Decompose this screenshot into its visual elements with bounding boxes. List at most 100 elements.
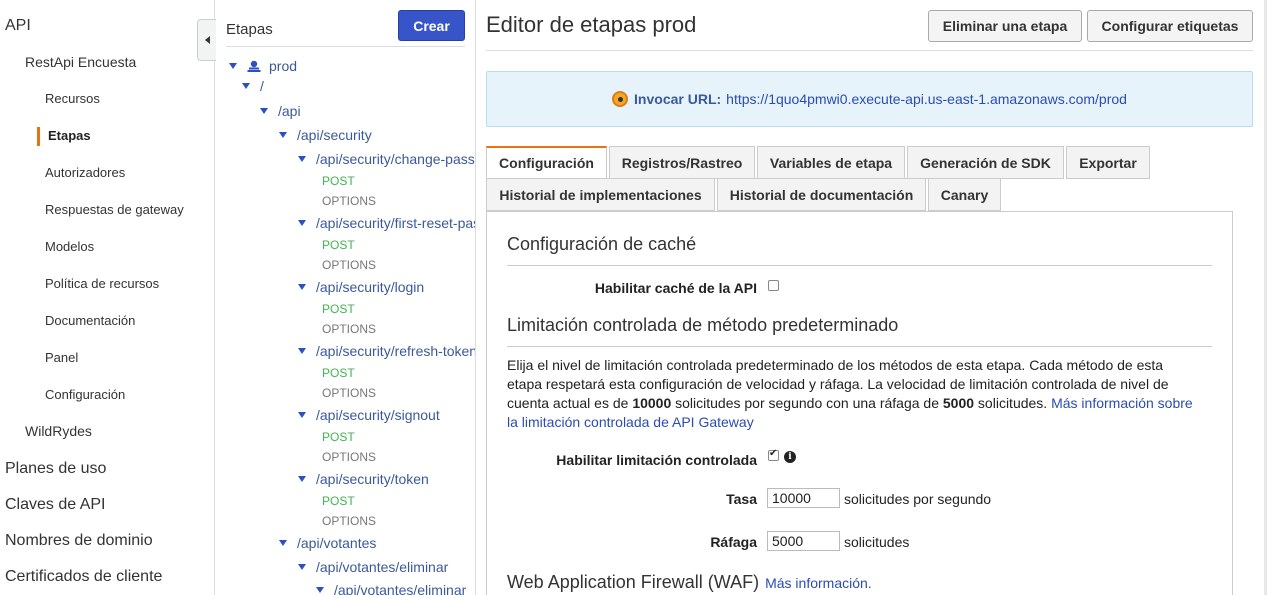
burst-input[interactable]: [767, 531, 840, 551]
tab-canary[interactable]: Canary: [928, 178, 1001, 211]
tab-historial-documentacion[interactable]: Historial de documentación: [717, 178, 926, 211]
tree-resource-first-reset-password[interactable]: /api/security/first-reset-password: [298, 215, 475, 231]
triangle-down-icon: [298, 156, 306, 162]
stage-icon: [247, 60, 261, 72]
throttling-description: Elija el nivel de limitación controlada …: [507, 356, 1197, 432]
tree-method-post[interactable]: POST: [322, 366, 355, 380]
tab-variables-etapa[interactable]: Variables de etapa: [757, 146, 905, 179]
stages-title: Etapas: [226, 21, 273, 38]
nav-item-recursos[interactable]: Recursos: [45, 91, 100, 106]
divider: [507, 346, 1212, 347]
tree-method-post[interactable]: POST: [322, 174, 355, 188]
enable-cache-checkbox[interactable]: [768, 280, 779, 291]
delete-stage-button[interactable]: Eliminar una etapa: [928, 10, 1082, 42]
resource-path: /api/security/signout: [316, 407, 440, 423]
rate-label: Tasa: [726, 491, 757, 507]
resource-path: /api/votantes/eliminar: [334, 582, 467, 595]
tree-method-post[interactable]: POST: [322, 494, 355, 508]
tab-configuracion[interactable]: Configuración: [486, 146, 607, 179]
collapse-sidebar-button[interactable]: [197, 19, 216, 61]
tab-exportar[interactable]: Exportar: [1066, 146, 1150, 179]
tab-registros-rastreo[interactable]: Registros/Rastreo: [609, 146, 755, 179]
nav-item-etapas[interactable]: Etapas: [48, 128, 91, 143]
caret-left-icon: [204, 36, 210, 44]
triangle-down-icon: [279, 540, 287, 546]
resource-path: /api/security/token: [316, 471, 429, 487]
resource-path: /: [260, 78, 264, 94]
enable-cache-label: Habilitar caché de la API: [594, 280, 757, 296]
info-icon[interactable]: i: [784, 451, 796, 463]
nav-claves-de-api[interactable]: Claves de API: [5, 496, 106, 514]
tree-method-post[interactable]: POST: [322, 430, 355, 444]
tree-method-options[interactable]: OPTIONS: [322, 386, 376, 400]
nav-item-documentacion[interactable]: Documentación: [45, 313, 135, 328]
triangle-down-icon: [298, 476, 306, 482]
invoke-url-link[interactable]: https://1quo4pmwi0.execute-api.us-east-1…: [726, 91, 1127, 107]
nav-item-respuestas-gateway[interactable]: Respuestas de gateway: [45, 202, 184, 217]
triangle-down-icon: [298, 412, 306, 418]
resource-path: /api: [278, 103, 301, 119]
description-text: solicitudes.: [974, 395, 1052, 411]
page-title: Editor de etapas prod: [486, 12, 697, 37]
tree-method-options[interactable]: OPTIONS: [322, 322, 376, 336]
tree-resource-votantes-eliminar-sub[interactable]: /api/votantes/eliminar: [316, 582, 466, 595]
waf-learn-more-link[interactable]: Más información.: [765, 575, 872, 591]
tree-resource-root[interactable]: /: [242, 78, 264, 94]
tree-resource-login[interactable]: /api/security/login: [298, 279, 424, 295]
settings-panel: Configuración de caché Habilitar caché d…: [486, 211, 1233, 595]
nav-nombres-de-dominio[interactable]: Nombres de dominio: [5, 532, 153, 550]
nav-item-politica-recursos[interactable]: Política de recursos: [45, 276, 159, 291]
triangle-down-icon: [279, 132, 287, 138]
create-stage-button[interactable]: Crear: [398, 10, 465, 41]
rate-input[interactable]: [767, 488, 840, 508]
account-rate-limit: 10000: [632, 395, 672, 411]
api-gateway-console: API RestApi Encuesta Recursos Etapas Aut…: [0, 0, 1267, 595]
tree-resource-votantes-eliminar[interactable]: /api/votantes/eliminar: [298, 559, 448, 575]
triangle-down-icon: [316, 587, 324, 593]
tree-resource-change-password[interactable]: /api/security/change-password: [298, 151, 475, 167]
stages-tree-panel: Etapas Crear prod / /api /api/security /…: [216, 0, 476, 595]
burst-label: Ráfaga: [710, 534, 757, 550]
tree-stage-prod[interactable]: prod: [229, 58, 297, 74]
tree-method-options[interactable]: OPTIONS: [322, 194, 376, 208]
nav-certificados-cliente[interactable]: Certificados de cliente: [5, 568, 162, 586]
nav-item-panel[interactable]: Panel: [45, 350, 78, 365]
tree-resource-votantes[interactable]: /api/votantes: [279, 535, 376, 551]
cache-settings-heading: Configuración de caché: [507, 234, 697, 254]
tree-resource-refresh-token[interactable]: /api/security/refresh-token: [298, 343, 475, 359]
left-navigation: API RestApi Encuesta Recursos Etapas Aut…: [0, 0, 215, 595]
stage-name: prod: [269, 58, 298, 74]
nav-api-wildrydes[interactable]: WildRydes: [25, 423, 92, 439]
tree-method-options[interactable]: OPTIONS: [322, 514, 376, 528]
nav-planes-de-uso[interactable]: Planes de uso: [5, 460, 106, 478]
enable-throttling-label: Habilitar limitación controlada: [556, 452, 757, 468]
nav-api-restapi-encuesta[interactable]: RestApi Encuesta: [25, 54, 136, 70]
nav-api[interactable]: API: [5, 17, 31, 35]
resource-path: /api/security/first-reset-password: [316, 215, 475, 231]
tab-historial-implementaciones[interactable]: Historial de implementaciones: [486, 178, 715, 211]
triangle-down-icon: [260, 108, 268, 114]
tree-method-post[interactable]: POST: [322, 302, 355, 316]
invoke-url-banner: Invocar URL: https://1quo4pmwi0.execute-…: [486, 71, 1253, 127]
tree-method-post[interactable]: POST: [322, 238, 355, 252]
tree-resource-security[interactable]: /api/security: [279, 127, 372, 143]
triangle-down-icon: [229, 63, 237, 69]
tree-resource-api[interactable]: /api: [260, 103, 301, 119]
invoke-url-icon: [612, 91, 629, 107]
enable-throttling-checkbox[interactable]: [768, 448, 779, 461]
tab-generacion-sdk[interactable]: Generación de SDK: [907, 146, 1064, 179]
nav-item-autorizadores[interactable]: Autorizadores: [45, 165, 125, 180]
resource-path: /api/security/login: [316, 279, 425, 295]
tree-method-options[interactable]: OPTIONS: [322, 450, 376, 464]
tree-resource-token[interactable]: /api/security/token: [298, 471, 429, 487]
throttling-heading: Limitación controlada de método predeter…: [507, 315, 899, 335]
tree-method-options[interactable]: OPTIONS: [322, 258, 376, 272]
waf-heading: Web Application Firewall (WAF) Más inform…: [507, 572, 872, 593]
triangle-down-icon: [298, 220, 306, 226]
nav-item-modelos[interactable]: Modelos: [45, 239, 94, 254]
nav-item-configuracion[interactable]: Configuración: [45, 387, 125, 402]
tree-resource-signout[interactable]: /api/security/signout: [298, 407, 440, 423]
resource-path: /api/votantes: [297, 535, 377, 551]
configure-tags-button[interactable]: Configurar etiquetas: [1087, 10, 1253, 42]
description-text: solicitudes por segundo con una ráfaga d…: [671, 395, 943, 411]
